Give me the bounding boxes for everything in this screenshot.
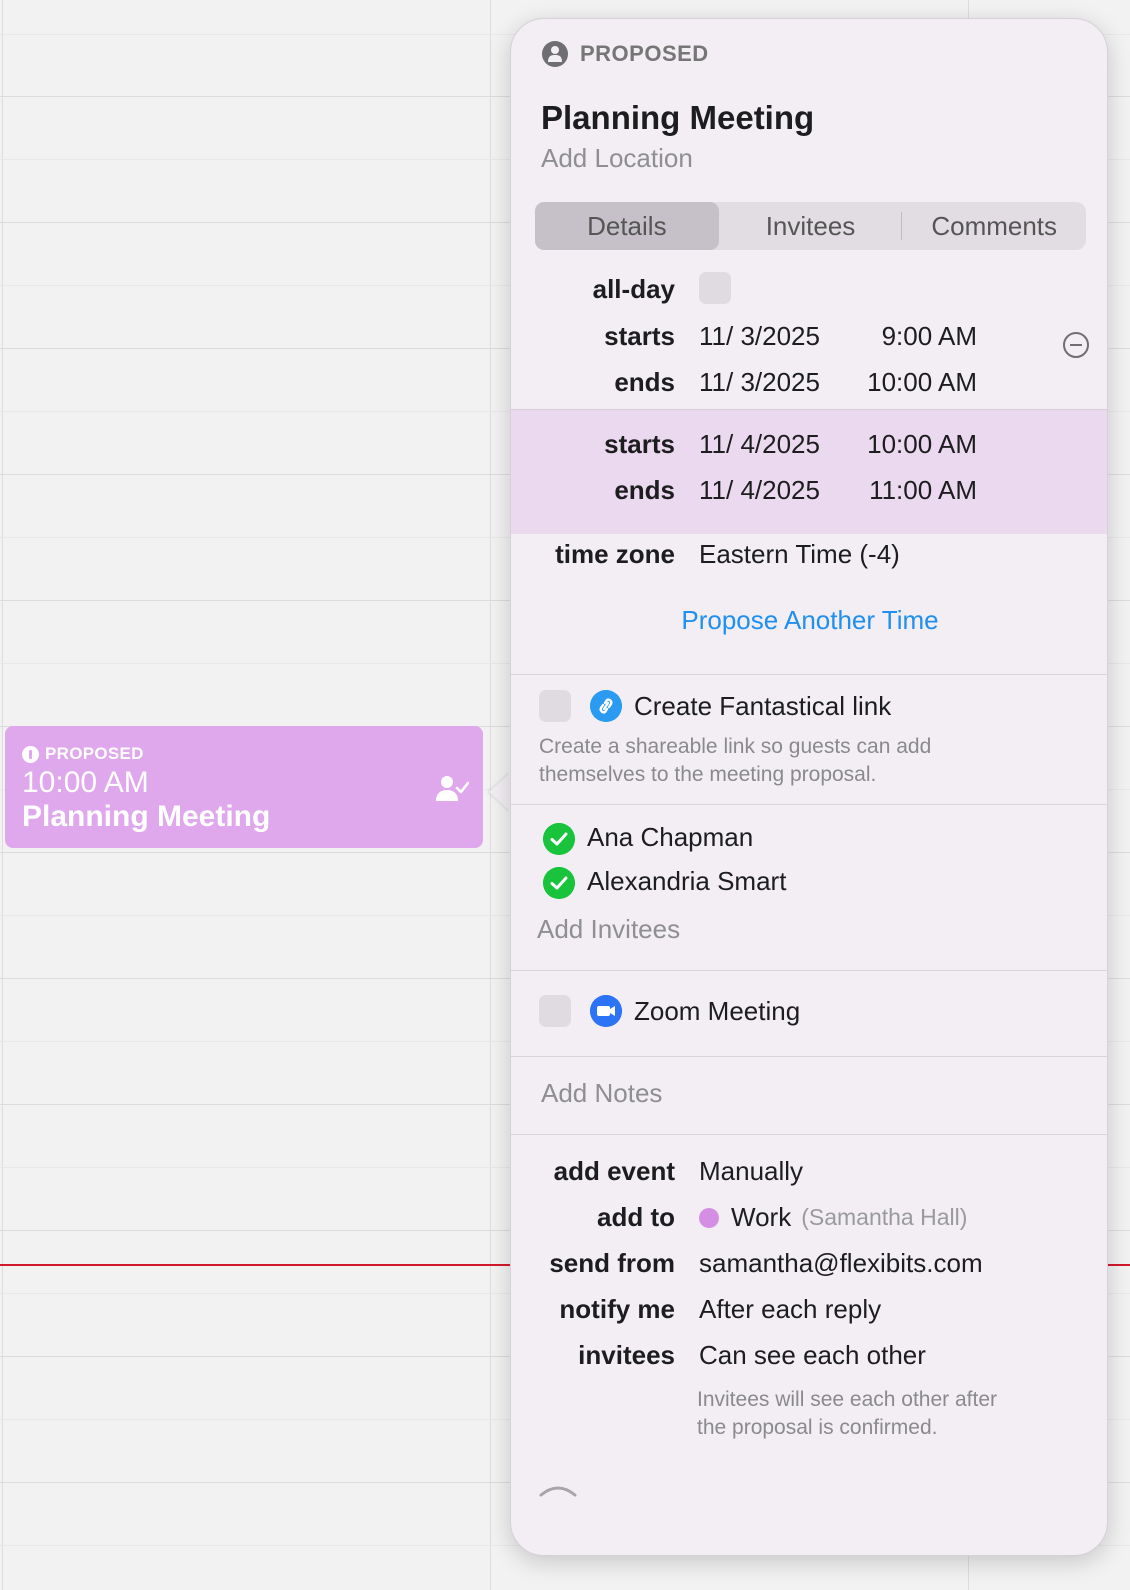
tab-details[interactable]: Details (535, 202, 719, 250)
section-divider (511, 674, 1107, 675)
all-day-checkbox[interactable] (699, 272, 731, 304)
option2-start-time[interactable]: 10:00 AM (857, 429, 977, 460)
add-event-label: add event (553, 1156, 675, 1186)
time-zone-value[interactable]: Eastern Time (-4) (699, 539, 900, 570)
invitees-icon (436, 776, 469, 801)
link-icon (590, 690, 622, 722)
notes-field[interactable]: Add Notes (541, 1078, 662, 1109)
all-day-label: all-day (592, 274, 675, 304)
tab-bar: Details Invitees Comments (535, 202, 1086, 250)
accepted-check-icon (543, 867, 575, 899)
event-status-label: PROPOSED (45, 744, 144, 763)
popover-arrow (489, 772, 511, 812)
option2-start-date[interactable]: 11/ 4/2025 (699, 429, 820, 460)
invitees-visibility-label: invitees (578, 1340, 675, 1370)
propose-another-time-link[interactable]: Propose Another Time (511, 605, 1107, 636)
status-label: PROPOSED (580, 41, 709, 66)
event-title: Planning Meeting (22, 800, 271, 833)
section-divider (511, 804, 1107, 805)
send-from-label: send from (549, 1248, 675, 1278)
location-field[interactable]: Add Location (541, 143, 693, 174)
event-block-planning-meeting[interactable]: PROPOSED 10:00 AM Planning Meeting (5, 726, 483, 848)
calendar-account: (Samantha Hall) (801, 1204, 968, 1230)
proposed-icon (22, 745, 39, 763)
day-divider (2, 0, 3, 1590)
time-option-2[interactable] (511, 409, 1107, 534)
invitee-name[interactable]: Alexandria Smart (587, 866, 786, 897)
option2-end-date[interactable]: 11/ 4/2025 (699, 475, 820, 506)
ends-label: ends (614, 367, 675, 397)
add-invitees-field[interactable]: Add Invitees (537, 914, 680, 945)
section-divider (511, 970, 1107, 971)
option1-end-time[interactable]: 10:00 AM (857, 367, 977, 398)
zoom-meeting-checkbox[interactable] (539, 995, 571, 1027)
calendar-selector[interactable]: Work (Samantha Hall) (699, 1202, 967, 1233)
event-title-field[interactable]: Planning Meeting (541, 99, 814, 137)
ends-label: ends (614, 475, 675, 505)
fantastical-link-checkbox[interactable] (539, 690, 571, 722)
event-status: PROPOSED (22, 744, 483, 764)
option1-start-date[interactable]: 11/ 3/2025 (699, 321, 820, 352)
event-time: 10:00 AM (22, 766, 149, 799)
zoom-video-icon (590, 995, 622, 1027)
add-event-value[interactable]: Manually (699, 1156, 803, 1187)
time-zone-label: time zone (555, 539, 675, 569)
send-from-value[interactable]: samantha@flexibits.com (699, 1248, 983, 1279)
zoom-meeting-label[interactable]: Zoom Meeting (634, 996, 800, 1027)
fantastical-link-label[interactable]: Create Fantastical link (634, 691, 891, 722)
tab-comments[interactable]: Comments (902, 202, 1086, 250)
event-popover: PROPOSED Planning Meeting Add Location D… (510, 18, 1108, 1556)
starts-label: starts (604, 429, 675, 459)
section-divider (511, 1134, 1107, 1135)
section-divider (511, 1056, 1107, 1057)
remove-time-option-icon[interactable] (1062, 331, 1090, 359)
person-circle-icon (542, 41, 568, 67)
option1-end-date[interactable]: 11/ 3/2025 (699, 367, 820, 398)
option1-start-time[interactable]: 9:00 AM (857, 321, 977, 352)
option2-end-time[interactable]: 11:00 AM (857, 475, 977, 506)
tab-invitees[interactable]: Invitees (719, 202, 903, 250)
add-to-label: add to (597, 1202, 675, 1232)
accepted-check-icon (543, 823, 575, 855)
proposal-status: PROPOSED (542, 41, 709, 67)
notify-me-label: notify me (559, 1294, 675, 1324)
collapse-chevron-icon[interactable] (538, 1477, 578, 1499)
invitee-name[interactable]: Ana Chapman (587, 822, 753, 853)
fantastical-link-description: Create a shareable link so guests can ad… (539, 735, 932, 786)
calendar-color-dot (699, 1207, 719, 1228)
starts-label: starts (604, 321, 675, 351)
notify-me-value[interactable]: After each reply (699, 1294, 881, 1325)
calendar-name: Work (731, 1202, 792, 1232)
invitees-visibility-note: Invitees will see each other after the p… (697, 1388, 997, 1439)
invitees-visibility-value[interactable]: Can see each other (699, 1340, 926, 1371)
